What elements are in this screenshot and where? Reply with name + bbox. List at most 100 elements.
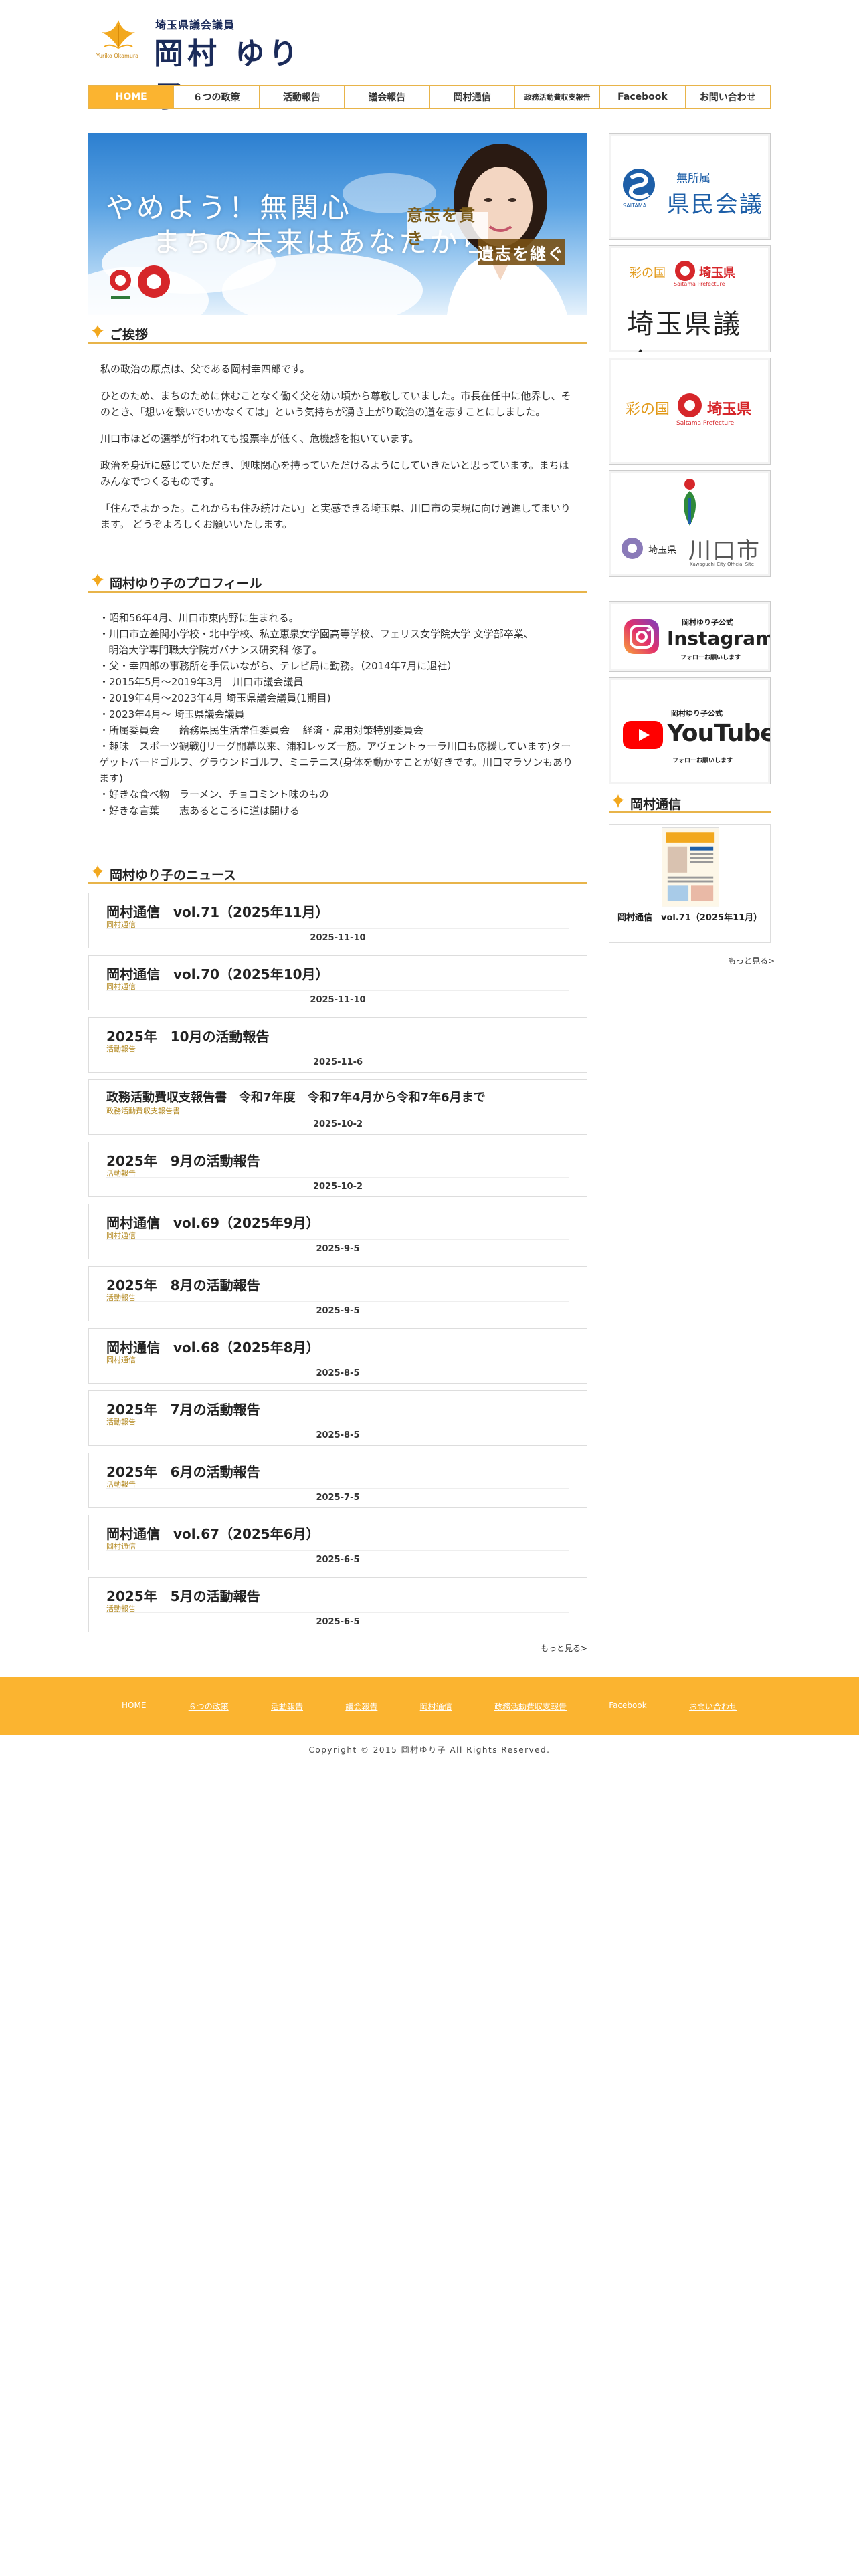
kenmin-large: 県民会議 bbox=[667, 191, 763, 218]
news-item-title[interactable]: 岡村通信 vol.67（2025年6月） bbox=[106, 1523, 320, 1543]
news-item-title[interactable]: 2025年 7月の活動報告 bbox=[106, 1399, 260, 1418]
news-item[interactable]: 2025年 10月の活動報告 活動報告 2025-11-6 bbox=[88, 1017, 587, 1073]
footer-nav: HOME ６つの政策 活動報告 議会報告 岡村通信 政務活動費収支報告 Face… bbox=[88, 1701, 771, 1712]
city-pref: 埼玉県 bbox=[648, 545, 676, 556]
gikai-en: Saitama Prefecture bbox=[674, 281, 725, 287]
nav-newsletter[interactable]: 岡村通信 bbox=[429, 86, 514, 108]
kenmin-kaigi-banner[interactable]: SAITAMA 無所属 県民会議 bbox=[609, 133, 771, 240]
news-item-title[interactable]: 岡村通信 vol.69（2025年9月） bbox=[106, 1212, 320, 1232]
profile-list: ・昭和56年4月、川口市東内野に生まれる。 ・川口市立差間小学校・北中学校、私立… bbox=[99, 610, 578, 819]
greeting-heading: ご挨拶 bbox=[88, 321, 587, 344]
news-item-title[interactable]: 岡村通信 vol.70（2025年10月） bbox=[106, 964, 329, 983]
newsletter-card-title[interactable]: 岡村通信 vol.71（2025年11月） bbox=[617, 911, 766, 925]
footer-link-policies[interactable]: ６つの政策 bbox=[189, 1701, 229, 1712]
sidebar-newsletter-heading: 岡村通信 bbox=[609, 790, 771, 813]
news-item[interactable]: 岡村通信 vol.70（2025年10月） 岡村通信 2025-11-10 bbox=[88, 955, 587, 1010]
news-item[interactable]: 2025年 8月の活動報告 活動報告 2025-9-5 bbox=[88, 1266, 587, 1321]
news-item-date: 2025-9-5 bbox=[106, 1239, 569, 1257]
profile-line: ・2019年4月〜2023年4月 埼玉県議会議員(1期目) bbox=[99, 692, 331, 704]
news-item[interactable]: 政務活動費収支報告書 令和7年度 令和7年4月から令和7年6月まで 政務活動費収… bbox=[88, 1079, 587, 1135]
nav-contact[interactable]: お問い合わせ bbox=[684, 86, 770, 108]
footer-link-contact[interactable]: お問い合わせ bbox=[689, 1701, 737, 1712]
lily-icon bbox=[92, 325, 104, 338]
profile-line: ・昭和56年4月、川口市東内野に生まれる。 bbox=[99, 612, 299, 624]
sidebar-more-link[interactable]: もっと見る> bbox=[728, 955, 775, 966]
newsletter-card[interactable]: 岡村通信 vol.71（2025年11月） bbox=[609, 824, 771, 943]
instagram-follow: フォローお願いします bbox=[680, 655, 741, 661]
nav-facebook[interactable]: Facebook bbox=[599, 86, 685, 108]
profile-line: ・所属委員会 給務県民生活常任委員会 経済・雇用対策特別委員会 bbox=[99, 724, 423, 736]
kawaguchi-city-banner[interactable]: 埼玉県 川口市 Kawaguchi City Official Site bbox=[609, 470, 771, 577]
saitama-mark-caption: SAITAMA bbox=[623, 203, 647, 209]
instagram-large: Instagram bbox=[667, 627, 771, 649]
logo-caption: Yuriko Okamura bbox=[96, 53, 138, 59]
newsletter-thumbnail[interactable] bbox=[662, 827, 719, 907]
gikai-top2: 埼玉県 bbox=[699, 266, 735, 280]
instagram-banner[interactable]: 岡村ゆり子公式 Instagram フォローお願いします bbox=[609, 601, 771, 672]
saitama-mark-icon: SAITAMA bbox=[623, 169, 655, 209]
footer-link-newsletter[interactable]: 岡村通信 bbox=[420, 1701, 452, 1712]
footer-link-assembly-report[interactable]: 議会報告 bbox=[345, 1701, 377, 1712]
youtube-icon bbox=[623, 721, 663, 749]
saitama-flower-icon bbox=[675, 261, 695, 281]
copyright: Copyright © 2015 岡村ゆり子 All Rights Reserv… bbox=[308, 1745, 551, 1755]
news-item-date: 2025-10-2 bbox=[106, 1115, 569, 1132]
lily-logo-icon[interactable]: Yuriko Okamura bbox=[88, 13, 149, 60]
slogan-stamp-2: 遺志を継ぐ bbox=[478, 239, 565, 265]
news-item-date: 2025-8-5 bbox=[106, 1364, 569, 1381]
news-item-title[interactable]: 2025年 9月の活動報告 bbox=[106, 1150, 260, 1170]
news-item-title[interactable]: 2025年 6月の活動報告 bbox=[106, 1461, 260, 1481]
news-more-link[interactable]: もっと見る> bbox=[541, 1642, 587, 1654]
news-item[interactable]: 2025年 6月の活動報告 活動報告 2025-7-5 bbox=[88, 1453, 587, 1508]
pref-top2: 埼玉県 bbox=[707, 401, 752, 418]
news-item[interactable]: 岡村通信 vol.71（2025年11月） 岡村通信 2025-11-10 bbox=[88, 893, 587, 948]
profile-line: ・2023年4月〜 埼玉県議会議員 bbox=[99, 708, 245, 720]
saitama-assembly-banner[interactable]: 彩の国 埼玉県 Saitama Prefecture 埼玉県議会 bbox=[609, 245, 771, 352]
slogan-stamp-1: 意志を貫き bbox=[407, 205, 488, 248]
news-item[interactable]: 岡村通信 vol.67（2025年6月） 岡村通信 2025-6-5 bbox=[88, 1515, 587, 1570]
nav-expense-report[interactable]: 政務活動費収支報告 bbox=[514, 86, 600, 108]
site-header: Yuriko Okamura 埼玉県議会議員 岡村 ゆり子 bbox=[88, 13, 329, 114]
profile-title: 岡村ゆり子のプロフィール bbox=[110, 576, 262, 591]
nav-policies[interactable]: ６つの政策 bbox=[173, 86, 259, 108]
gikai-top: 彩の国 bbox=[630, 266, 666, 280]
youtube-large: YouTube bbox=[667, 720, 771, 747]
profile-line: ・川口市立差間小学校・北中学校、私立恵泉女学園高等学校、フェリス女学院大学 文学… bbox=[99, 628, 534, 640]
footer-link-expense-report[interactable]: 政務活動費収支報告 bbox=[494, 1701, 567, 1712]
saitama-flower-icon bbox=[678, 393, 702, 417]
news-item[interactable]: 岡村通信 vol.68（2025年8月） 岡村通信 2025-8-5 bbox=[88, 1328, 587, 1384]
news-item[interactable]: 2025年 9月の活動報告 活動報告 2025-10-2 bbox=[88, 1142, 587, 1197]
news-item[interactable]: 岡村通信 vol.69（2025年9月） 岡村通信 2025-9-5 bbox=[88, 1204, 587, 1259]
profile-heading: 岡村ゆり子のプロフィール bbox=[88, 570, 587, 593]
news-item-title[interactable]: 2025年 8月の活動報告 bbox=[106, 1275, 260, 1294]
news-item-date: 2025-8-5 bbox=[106, 1426, 569, 1443]
profile-line: ・好きな食べ物 ラーメン、チョコミント味のもの bbox=[99, 788, 329, 800]
news-item[interactable]: 2025年 5月の活動報告 活動報告 2025-6-5 bbox=[88, 1577, 587, 1632]
greeting-paragraph: 政治を身近に感じていただき、興味関心を持っていただけるようにしていきたいと思って… bbox=[100, 459, 569, 488]
youtube-banner[interactable]: 岡村ゆり子公式 YouTube フォローお願いします bbox=[609, 677, 771, 784]
news-item-date: 2025-9-5 bbox=[106, 1301, 569, 1319]
news-heading: 岡村ゆり子のニュース bbox=[88, 861, 587, 884]
nav-assembly-report[interactable]: 議会報告 bbox=[344, 86, 430, 108]
news-item-date: 2025-10-2 bbox=[106, 1177, 569, 1194]
nav-activity-report[interactable]: 活動報告 bbox=[258, 86, 345, 108]
news-item-title[interactable]: 岡村通信 vol.71（2025年11月） bbox=[106, 901, 329, 921]
news-title: 岡村ゆり子のニュース bbox=[110, 868, 237, 883]
footer-link-facebook[interactable]: Facebook bbox=[609, 1701, 646, 1712]
news-item-title[interactable]: 2025年 5月の活動報告 bbox=[106, 1586, 260, 1605]
pref-en: Saitama Prefecture bbox=[676, 420, 735, 427]
hero-banner: やめよう！無関心 まちの未来はあなたから 意志を貫き 遺志を継ぐ bbox=[88, 133, 587, 315]
news-list: 岡村通信 vol.71（2025年11月） 岡村通信 2025-11-10 岡村… bbox=[88, 893, 587, 1639]
lily-icon bbox=[612, 794, 624, 808]
news-item-title[interactable]: 政務活動費収支報告書 令和7年度 令和7年4月から令和7年6月まで bbox=[106, 1088, 486, 1105]
news-item[interactable]: 2025年 7月の活動報告 活動報告 2025-8-5 bbox=[88, 1390, 587, 1446]
news-item-title[interactable]: 2025年 10月の活動報告 bbox=[106, 1026, 270, 1045]
instagram-icon bbox=[624, 619, 659, 654]
news-item-title[interactable]: 岡村通信 vol.68（2025年8月） bbox=[106, 1337, 320, 1356]
nav-home[interactable]: HOME bbox=[89, 86, 174, 108]
greeting-text: 私の政治の原点は、父である岡村幸四郎です。 ひとのため、まちのために休むことなく… bbox=[100, 361, 575, 543]
footer-link-activity-report[interactable]: 活動報告 bbox=[271, 1701, 303, 1712]
saitama-prefecture-banner[interactable]: 彩の国 埼玉県 Saitama Prefecture bbox=[609, 358, 771, 465]
footer-link-home[interactable]: HOME bbox=[122, 1701, 146, 1712]
lily-icon bbox=[92, 574, 104, 587]
